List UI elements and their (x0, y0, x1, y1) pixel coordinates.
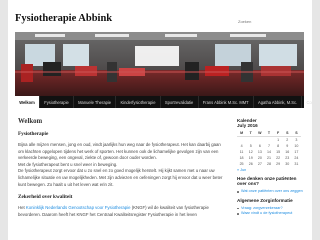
info-widget-title: Algemene Zorginformatie (237, 198, 293, 204)
reviews-link[interactable]: Wat onze patiënten over ons zeggen (237, 189, 305, 194)
calendar-day: 29 (276, 161, 281, 166)
gym-interior-photo (15, 32, 304, 96)
page: Fysiotherapie Abbink Zoeken Welkom Fysio… (8, 0, 312, 240)
reviews-widget-title: Hoe denken onze patiënten over ons? (237, 175, 297, 187)
calendar-prev-month-link[interactable]: « Jun (237, 168, 305, 172)
nav-item-fysiotherapie[interactable]: Fysiotherapie (40, 96, 74, 108)
page-title: Welkom (18, 118, 43, 125)
header-banner-image (15, 32, 304, 96)
nav-item-contact[interactable]: Cont (302, 96, 312, 108)
kngf-link[interactable]: Koninklijk Nederlands Genootschap voor F… (26, 205, 131, 210)
section-heading-kwaliteit: Zekerheid over kwaliteit (18, 194, 73, 201)
calendar-week: 25 26 27 28 29 30 31 (237, 161, 301, 167)
nav-item-sportrevalidatie[interactable]: Sportrevalidatie (161, 96, 199, 108)
info-list: Vraag: zorgverzekeraar? Waar vindt u de … (237, 206, 305, 216)
search-input[interactable] (236, 17, 304, 26)
main-navigation: Welkom Fysiotherapie Manuele Therapie Ki… (15, 96, 312, 108)
nav-item-agatha-abbink[interactable]: Agatha Abbink, M.Sc. (254, 96, 303, 108)
calendar-table: M T W T F S S 123 4 5 6 7 8 9 10 11 12 13 14 15 16 1… (237, 130, 301, 167)
nav-item-welkom[interactable]: Welkom (15, 96, 40, 108)
nav-item-frans-abbink[interactable]: Frans Abbink M.Sc. MMT (199, 96, 254, 108)
calendar-day: 28 (266, 161, 271, 166)
recovery-paragraph: De fysiotherapeut zorgt ervoor dat u zo … (18, 168, 223, 187)
calendar-month: July 2016 (237, 123, 258, 129)
calendar-day: 26 (248, 161, 253, 166)
nav-item-manuele-therapie[interactable]: Manuele Therapie (74, 96, 117, 108)
calendar-day: 25 (239, 161, 244, 166)
main-content: Welkom Fysiotherapie Bijna alle mijzen m… (18, 118, 223, 218)
section-heading-fysiotherapie: Fysiotherapie (18, 131, 49, 137)
calendar-day: 27 (257, 161, 262, 166)
reviews-list: Wat onze patiënten over ons zeggen (237, 189, 305, 194)
nav-item-kinderfysiotherapie[interactable]: Kinderfysiotherapie (116, 96, 161, 108)
info-link[interactable]: Waar vindt u de fysiotherapeut (237, 211, 305, 216)
movement-paragraph: Met de fysiotherapeut bent u snel weer i… (18, 161, 118, 167)
quality-paragraph: Het Koninklijk Nederlands Genootschap vo… (18, 205, 223, 218)
calendar-day: 30 (285, 161, 290, 166)
intro-paragraph: Bijna alle mijzen mensen, jong en oud, v… (18, 142, 221, 161)
sidebar: Kalender July 2016 M T W T F S S 123 4 5… (237, 118, 305, 216)
site-title[interactable]: Fysiotherapie Abbink (15, 13, 112, 24)
calendar-day: 31 (294, 161, 299, 166)
quality-text-before: Het (18, 205, 26, 211)
